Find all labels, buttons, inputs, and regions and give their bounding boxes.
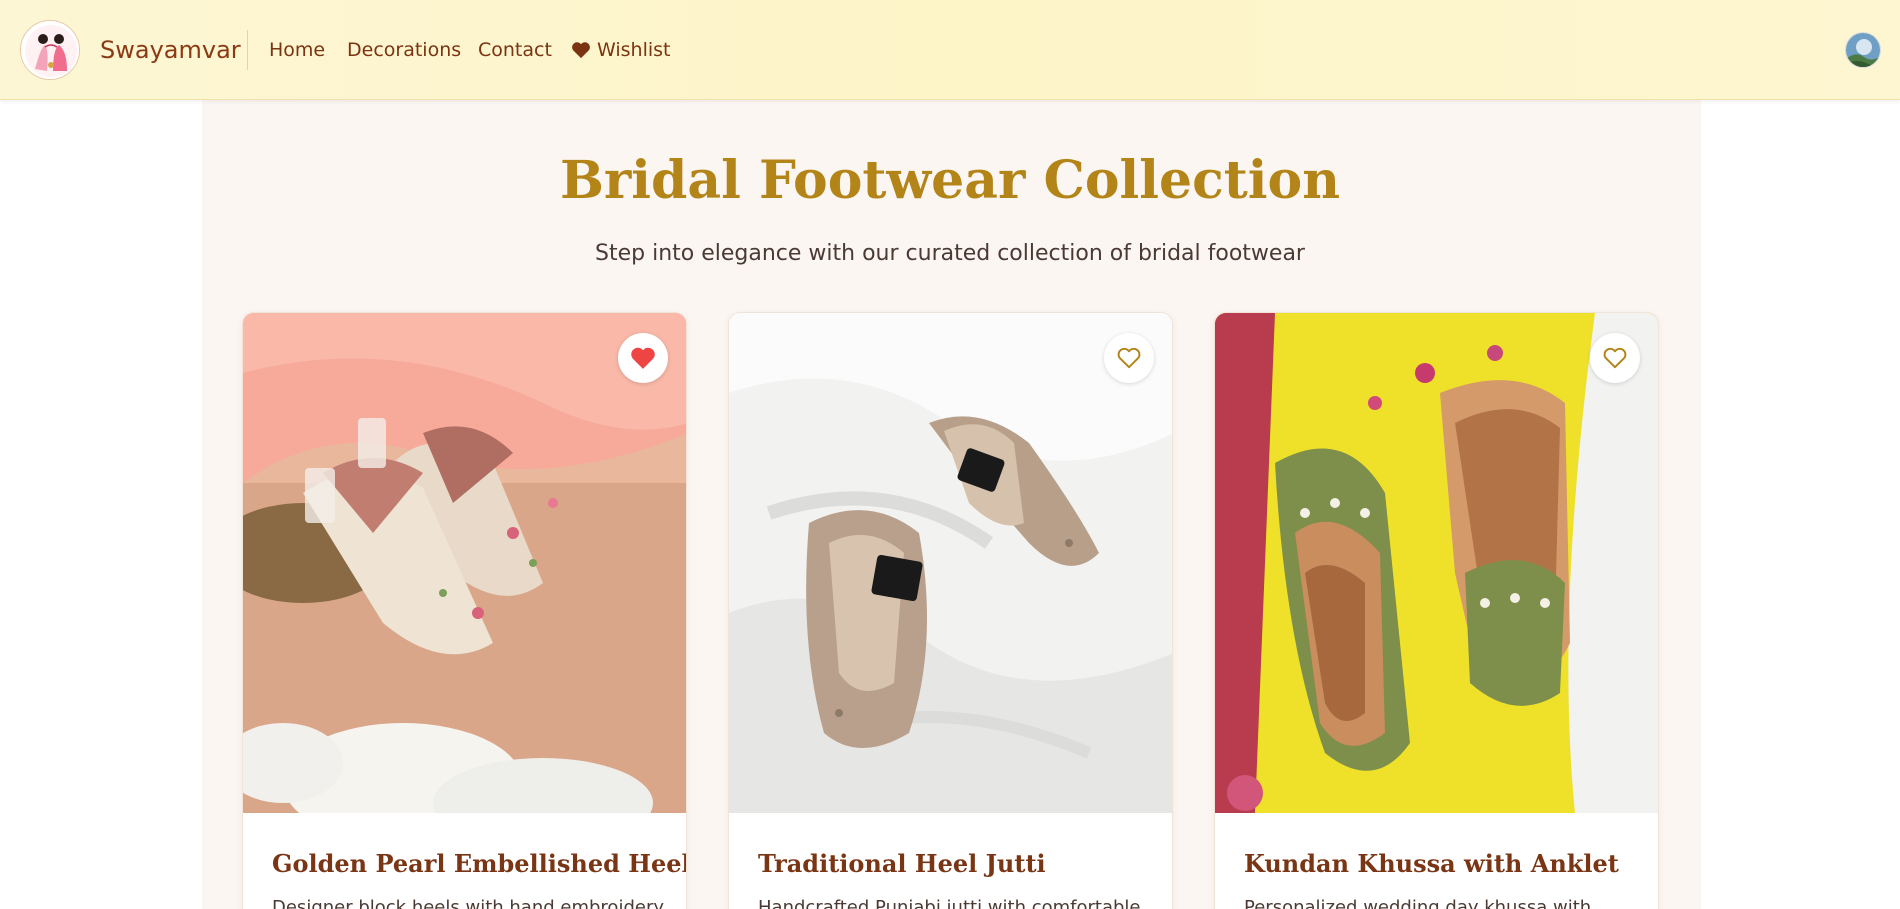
brand-logo[interactable]: [20, 20, 80, 80]
page-title: Bridal Footwear Collection: [559, 150, 1341, 211]
nav-home-link[interactable]: Home: [269, 39, 325, 61]
product-card[interactable]: Kundan Khussa with Anklet Personalized w…: [1214, 312, 1659, 909]
wishlist-toggle-button[interactable]: [1104, 333, 1154, 383]
product-image[interactable]: [729, 313, 1172, 813]
product-image[interactable]: [1215, 313, 1658, 813]
heart-outline-icon: [1603, 347, 1627, 369]
product-description: Handcrafted Punjabi jutti with comfortab…: [758, 897, 1141, 909]
product-card[interactable]: Traditional Heel Jutti Handcrafted Punja…: [728, 312, 1173, 909]
product-image[interactable]: [243, 313, 686, 813]
nav-contact-link[interactable]: Contact: [478, 39, 552, 61]
top-navbar: Swayamvar Home Decorations Contact Wishl…: [0, 0, 1900, 100]
product-description: Personalized wedding day khussa with: [1244, 897, 1592, 909]
nav-decorations-link[interactable]: Decorations: [347, 39, 461, 61]
heart-filled-icon: [631, 347, 655, 369]
avatar-icon: [1846, 33, 1880, 67]
product-card[interactable]: Golden Pearl Embellished Heels Designer …: [242, 312, 687, 909]
page-subtitle: Step into elegance with our curated coll…: [595, 241, 1305, 266]
nav-divider: [247, 30, 248, 70]
user-avatar[interactable]: [1845, 32, 1881, 68]
brand-name[interactable]: Swayamvar: [100, 36, 241, 64]
wishlist-toggle-button[interactable]: [618, 333, 668, 383]
heart-icon: [572, 42, 590, 59]
couple-logo-icon: [21, 21, 79, 79]
wishlist-toggle-button[interactable]: [1590, 333, 1640, 383]
nav-wishlist-link[interactable]: Wishlist: [571, 39, 671, 61]
heart-outline-icon: [1117, 347, 1141, 369]
nav-wishlist-label: Wishlist: [597, 39, 671, 61]
product-title[interactable]: Kundan Khussa with Anklet: [1244, 849, 1619, 878]
product-description: Designer block heels with hand embroider…: [272, 897, 664, 909]
product-title[interactable]: Traditional Heel Jutti: [758, 849, 1046, 878]
product-title[interactable]: Golden Pearl Embellished Heels: [272, 849, 686, 878]
